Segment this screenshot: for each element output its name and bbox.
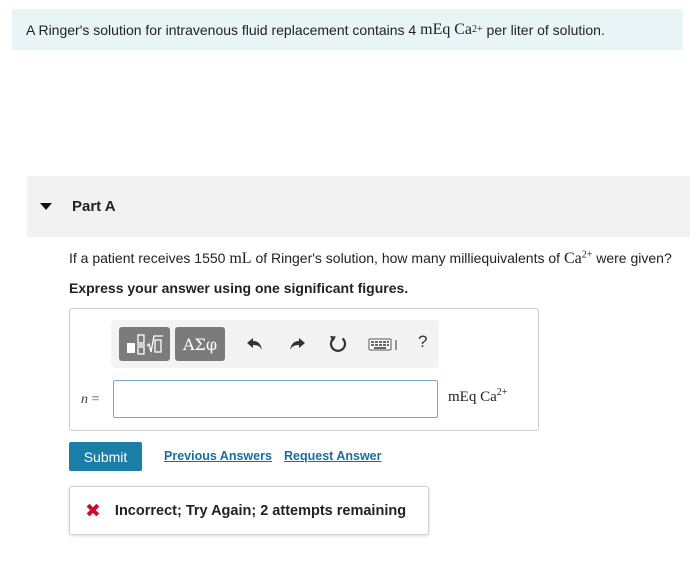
intro-text-after: per liter of solution.	[486, 21, 605, 38]
undo-button[interactable]	[243, 332, 267, 356]
part-title: Part A	[72, 198, 116, 215]
question-text-before: If a patient receives 1550	[69, 250, 226, 266]
intro-amount-unit: mEq	[420, 20, 451, 38]
units-amount: mEq	[448, 389, 477, 405]
feedback-text: Incorrect; Try Again; 2 attempts remaini…	[114, 502, 407, 519]
reset-button[interactable]	[326, 332, 350, 356]
question-text-middle: of Ringer's solution, how many milliequi…	[255, 250, 561, 266]
intro-ion: Ca	[454, 20, 473, 38]
answer-input[interactable]	[113, 380, 438, 418]
intro-text-before: A Ringer's solution for intravenous flui…	[26, 21, 417, 38]
request-answer-link[interactable]: Request Answer	[284, 449, 381, 463]
answer-equals: =	[91, 392, 100, 407]
problem-intro: A Ringer's solution for intravenous flui…	[12, 9, 683, 50]
answer-variable: n	[81, 392, 88, 407]
part-a-header[interactable]: Part A	[27, 176, 690, 237]
keyboard-icon	[368, 338, 397, 351]
question-text: If a patient receives 1550 mL of Ringer'…	[69, 250, 672, 268]
undo-icon	[247, 338, 262, 350]
answer-variable-label: n =	[81, 392, 99, 408]
redo-button[interactable]	[285, 332, 309, 356]
page: A Ringer's solution for intravenous flui…	[0, 0, 700, 568]
feedback-box: ✖ Incorrect; Try Again; 2 attempts remai…	[69, 486, 429, 535]
collapse-caret-icon[interactable]	[40, 203, 52, 210]
math-toolbar: ΑΣφ ?	[111, 320, 439, 368]
answer-box: ΑΣφ ? n = mEq Ca2+	[69, 308, 539, 431]
question-ion-charge: 2+	[581, 249, 593, 261]
answer-instruction: Express your answer using one significan…	[69, 280, 409, 296]
x-mark-icon: ✖	[85, 499, 101, 522]
templates-button[interactable]	[119, 327, 170, 361]
question-volume-unit: mL	[229, 250, 252, 267]
keyboard-button[interactable]	[367, 332, 401, 356]
answer-units: mEq Ca2+	[448, 387, 508, 406]
units-charge: 2+	[496, 387, 508, 398]
question-text-after: were given?	[596, 250, 672, 266]
units-ion: Ca	[480, 389, 497, 405]
help-button[interactable]: ?	[418, 332, 427, 352]
reset-icon	[329, 336, 347, 352]
question-ion: Ca	[563, 250, 582, 267]
redo-icon	[290, 338, 305, 350]
previous-answers-link[interactable]: Previous Answers	[164, 449, 272, 463]
greek-symbols-button[interactable]: ΑΣφ	[175, 327, 225, 361]
submit-button[interactable]: Submit	[69, 442, 142, 471]
fraction-sqrt-template-icon	[126, 334, 163, 355]
